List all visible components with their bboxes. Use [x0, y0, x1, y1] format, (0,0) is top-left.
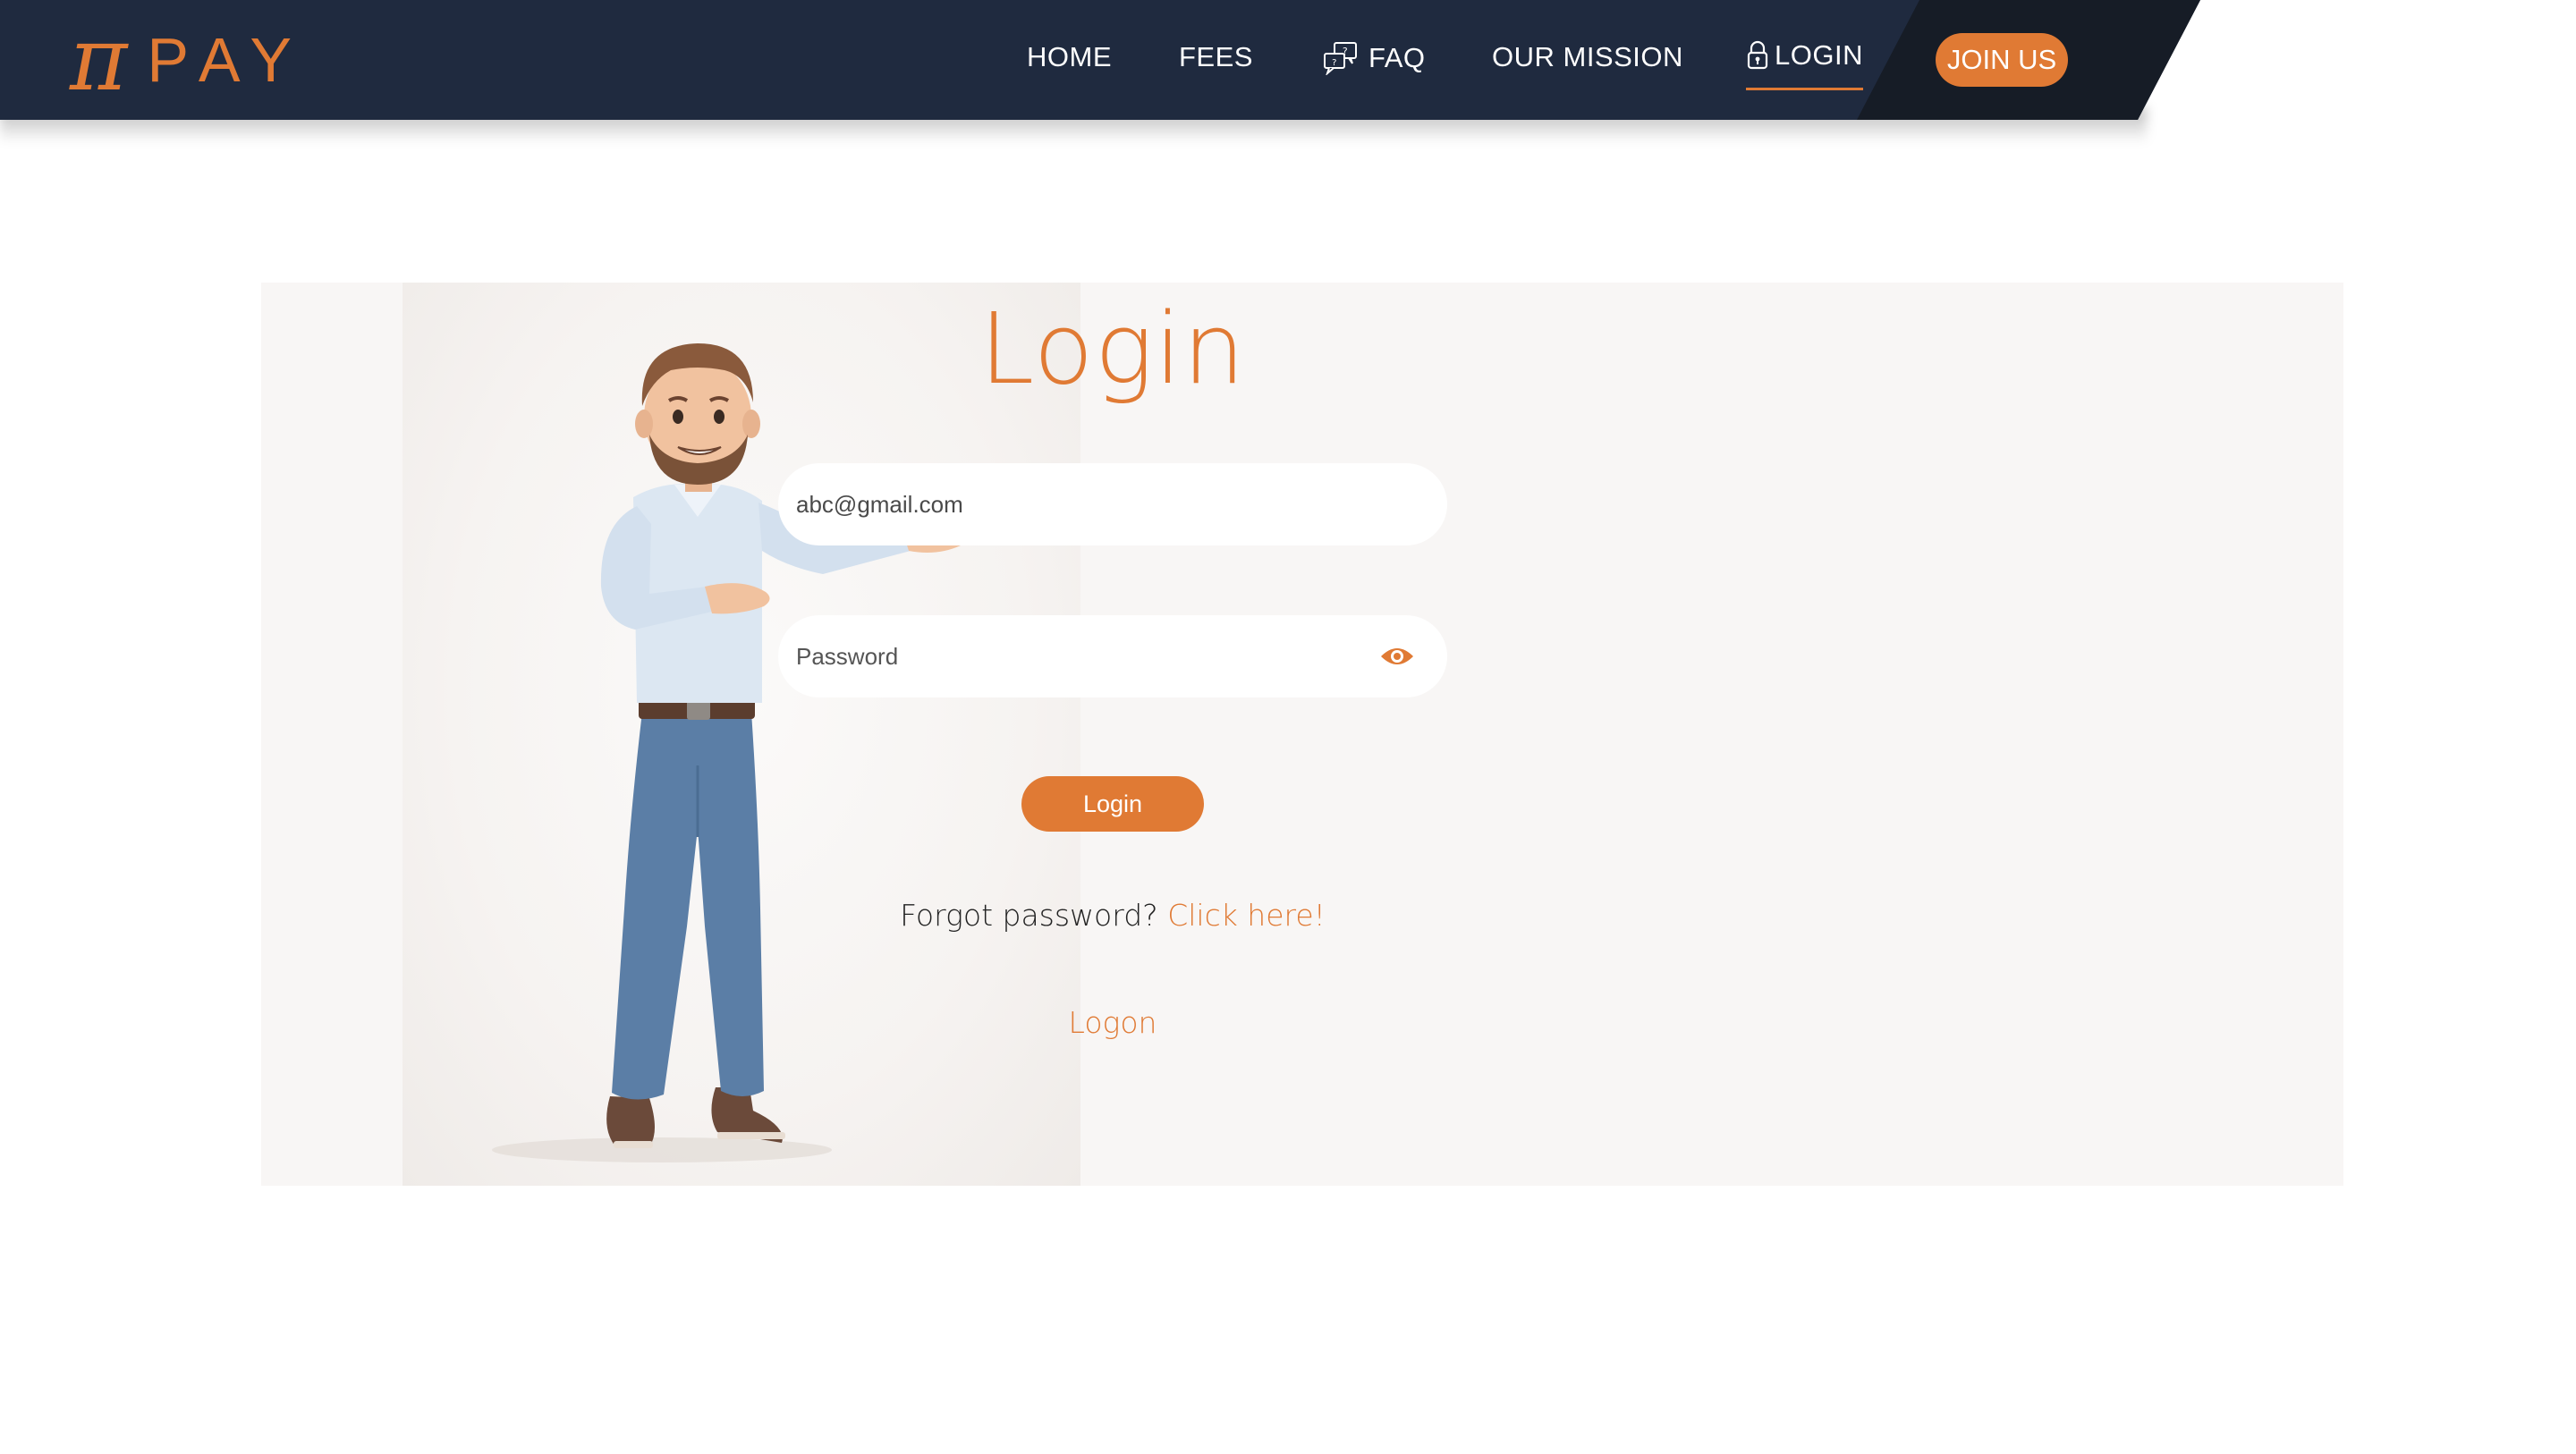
site-header: π PAY HOME FEES ? ? FAQ OUR MISSION LOGI… — [0, 0, 2576, 143]
login-form: Login abc@gmail.com Password Login Forgo… — [778, 283, 1447, 1186]
nav-login[interactable]: LOGIN — [1746, 39, 1863, 90]
email-input-value[interactable]: abc@gmail.com — [796, 491, 963, 519]
password-field[interactable]: Password — [778, 615, 1447, 697]
nav-faq-label: FAQ — [1368, 42, 1426, 73]
site-logo[interactable]: π PAY — [70, 16, 307, 104]
nav-our-mission[interactable]: OUR MISSION — [1492, 41, 1683, 73]
email-field[interactable]: abc@gmail.com — [778, 463, 1447, 545]
logo-pi-symbol: π — [70, 9, 128, 111]
svg-text:?: ? — [1343, 46, 1348, 57]
logon-link[interactable]: Logon — [778, 1005, 1447, 1040]
login-title: Login — [979, 292, 1246, 406]
lock-icon — [1747, 40, 1768, 70]
join-us-button[interactable]: JOIN US — [1936, 33, 2068, 87]
svg-text:?: ? — [1332, 58, 1337, 68]
forgot-password-row: Forgot password? Click here! — [778, 898, 1447, 933]
nav-home[interactable]: HOME — [1027, 41, 1112, 73]
login-submit-button[interactable]: Login — [1021, 776, 1204, 832]
nav-faq[interactable]: ? ? FAQ — [1322, 41, 1426, 75]
forgot-password-link[interactable]: Click here! — [1167, 898, 1326, 933]
logo-text: PAY — [147, 25, 307, 95]
forgot-password-text: Forgot password? — [900, 898, 1168, 933]
nav-fees[interactable]: FEES — [1179, 41, 1253, 73]
password-input-placeholder[interactable]: Password — [796, 643, 898, 671]
login-card: Login abc@gmail.com Password Login Forgo… — [261, 283, 2343, 1186]
eye-icon[interactable] — [1379, 644, 1415, 669]
faq-chat-icon: ? ? — [1324, 42, 1357, 75]
nav-login-label: LOGIN — [1775, 39, 1863, 71]
